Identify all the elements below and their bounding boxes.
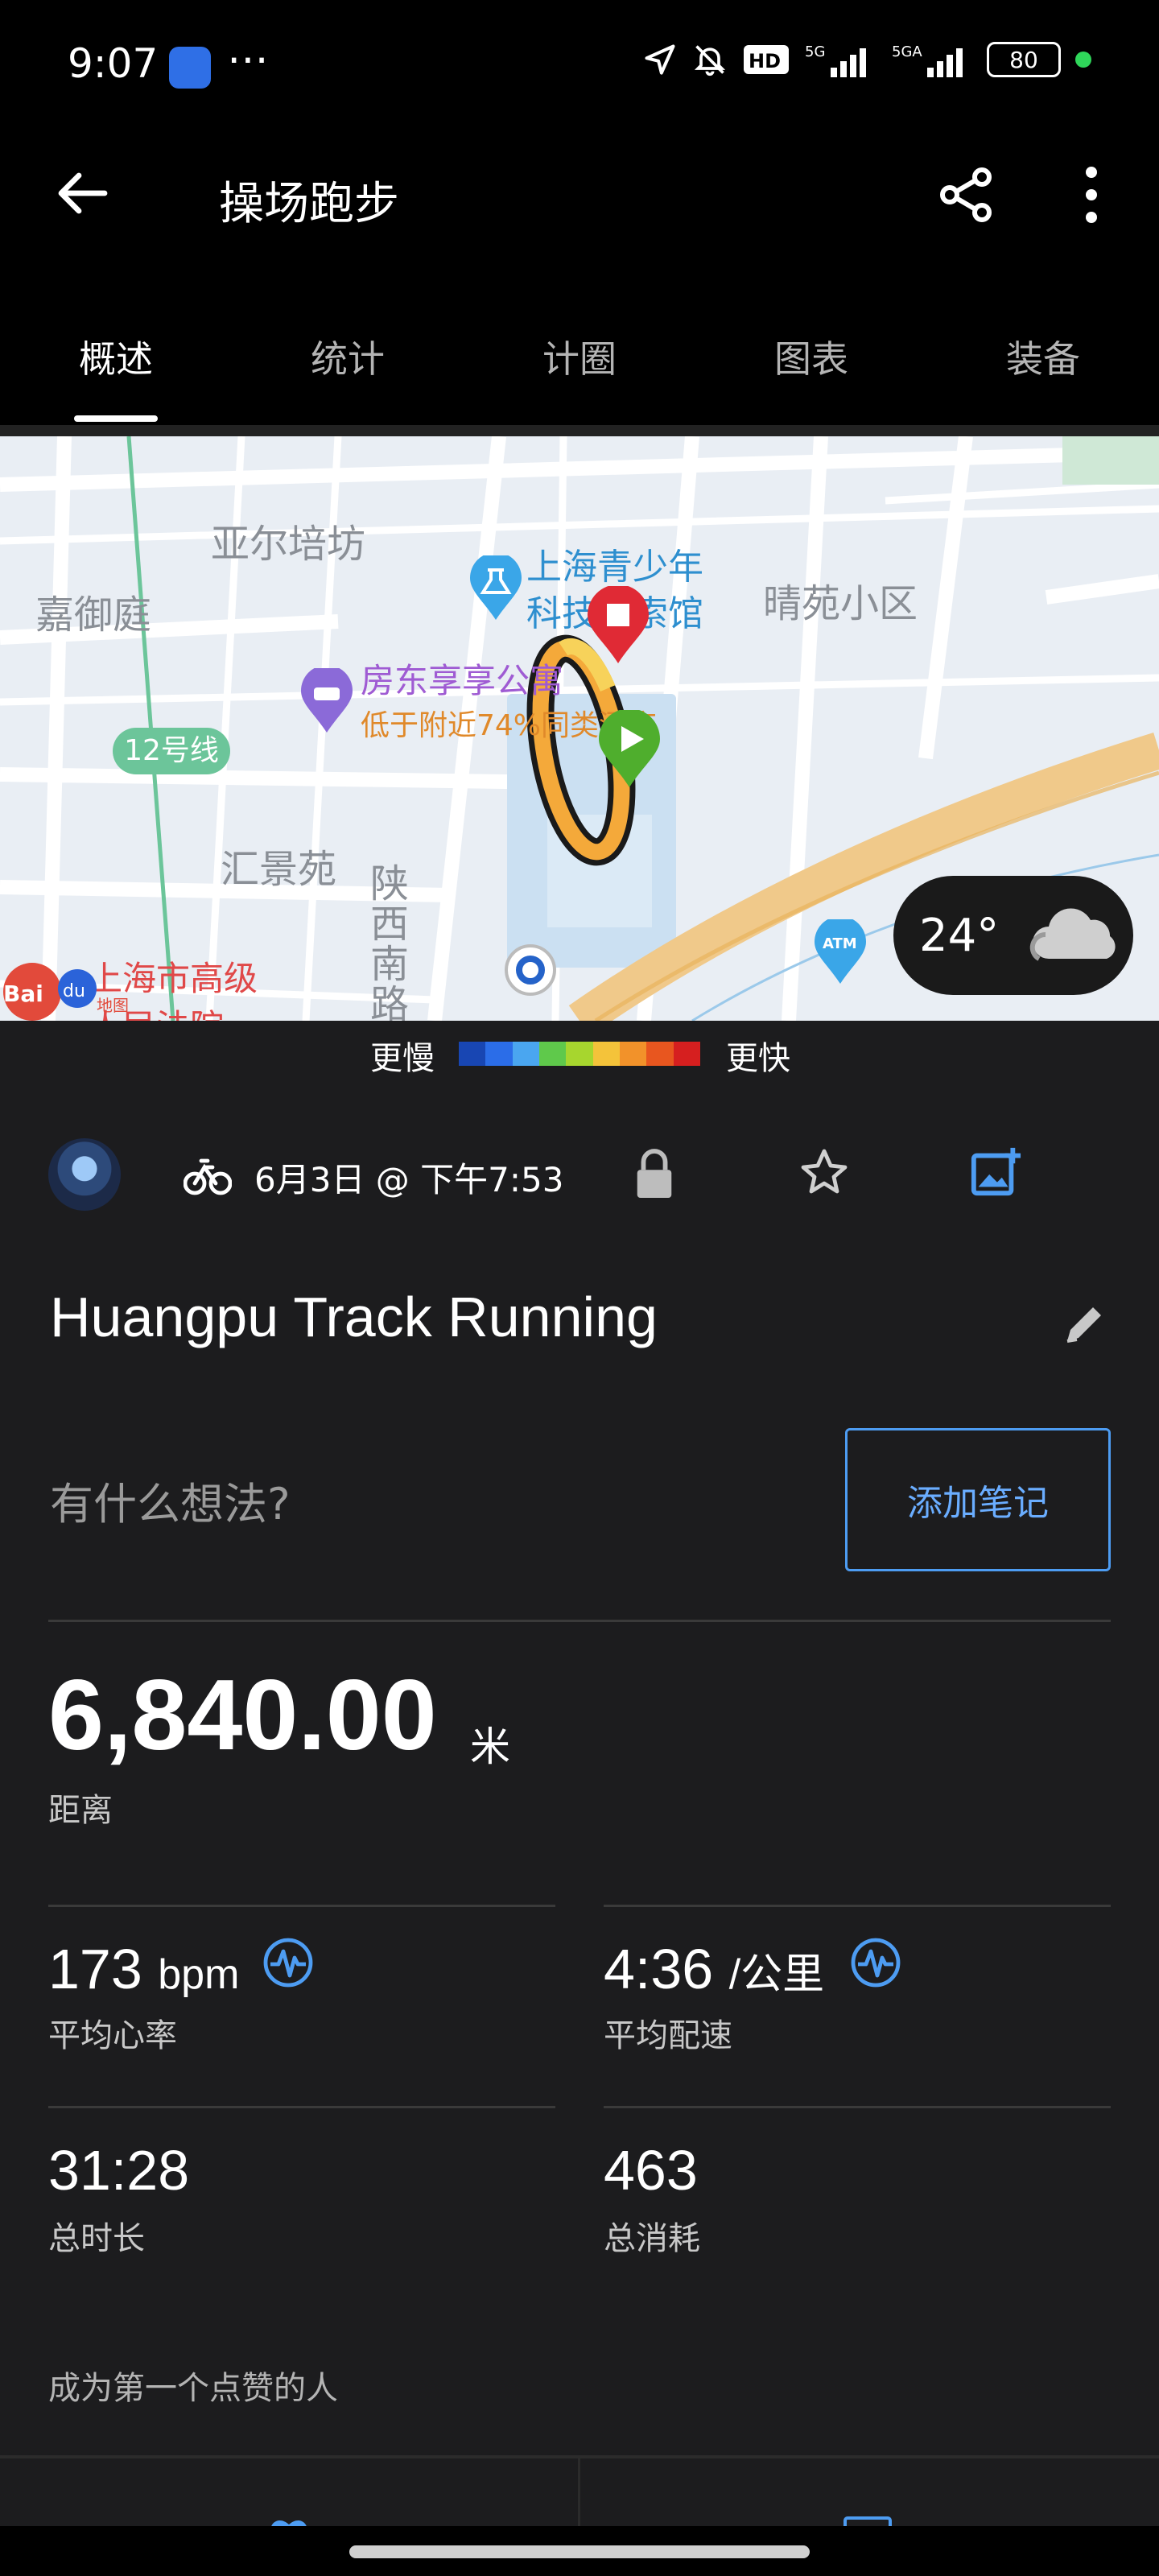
metro-line-badge: 12号线 (113, 728, 230, 774)
hd-icon: HD (744, 45, 789, 74)
divider (48, 1620, 1111, 1622)
bell-off-icon (694, 45, 726, 76)
add-note-button[interactable]: 添加笔记 (845, 1428, 1111, 1571)
heart-rate-zone-icon[interactable] (262, 1937, 314, 1988)
pace-swatch (619, 1042, 647, 1066)
avg-pace-number: 4:36 (604, 1938, 714, 2000)
divider (48, 1905, 555, 1907)
calories-value: 463 (604, 2139, 698, 2202)
share-icon[interactable] (934, 163, 998, 227)
lock-icon[interactable] (631, 1148, 678, 1201)
cloud-icon (1030, 908, 1116, 961)
pace-swatch (538, 1042, 567, 1066)
distance-value: 6,840.00 (48, 1660, 437, 1771)
pace-swatch (512, 1042, 539, 1066)
svg-text:5G: 5G (805, 43, 825, 60)
location-icon (645, 44, 675, 75)
tab-overview[interactable]: 概述 (0, 314, 232, 427)
poi-label: 上海青少年 (526, 547, 703, 588)
svg-text:du: du (63, 981, 85, 1001)
pace-swatch (646, 1042, 674, 1066)
battery-indicator: 80 (987, 42, 1061, 77)
svg-text:Bai: Bai (3, 980, 43, 1007)
avg-pace-label: 平均配速 (604, 2017, 732, 2054)
tab-laps[interactable]: 计圈 (464, 314, 695, 427)
pace-swatch (592, 1042, 620, 1066)
avg-hr-number: 173 (48, 1938, 142, 2000)
add-photo-icon[interactable] (969, 1145, 1022, 1198)
status-indicators: HD 5G 5GA 80 (642, 42, 1091, 77)
running-icon (184, 1158, 232, 1195)
divider (604, 2106, 1111, 2108)
map-label: 亚尔培坊 (211, 522, 366, 567)
baidu-map-logo: Bai du 地图 (3, 963, 129, 1021)
weather-badge: 24° (893, 876, 1133, 995)
map-label: 汇景苑 (221, 847, 337, 892)
tab-bar: 概述 统计 计圈 图表 装备 (0, 314, 1159, 427)
star-icon[interactable] (798, 1146, 850, 1198)
map-label: 嘉御庭 (35, 592, 152, 638)
more-notifications-icon: ⋯ (227, 35, 270, 84)
start-marker-icon (599, 710, 660, 787)
status-bar: 9:07 ⋯ HD 5G 5GA 80 (0, 0, 1159, 129)
tab-charts[interactable]: 图表 (695, 314, 927, 427)
pace-swatch (459, 1042, 486, 1066)
legend-slower-label: 更慢 (370, 1040, 435, 1077)
tab-gear[interactable]: 装备 (927, 314, 1159, 427)
page-title: 操场跑步 (219, 178, 399, 230)
map-label: 路 (370, 982, 410, 1021)
back-arrow-icon[interactable] (50, 161, 114, 225)
legend-faster-label: 更快 (726, 1040, 790, 1077)
app-notification-icon (169, 47, 211, 89)
pace-swatch (485, 1042, 513, 1066)
signal-5g-icon: 5G (805, 43, 866, 77)
distance-unit: 米 (470, 1724, 510, 1770)
more-vertical-icon[interactable] (1059, 163, 1124, 227)
privacy-dot (1075, 52, 1091, 68)
avg-hr-label: 平均心率 (48, 2017, 177, 2054)
duration-value: 31:28 (48, 2139, 190, 2202)
end-marker-icon (588, 586, 649, 663)
museum-pin-icon (470, 555, 522, 620)
bank-pin-icon (505, 944, 556, 996)
like-prompt[interactable]: 成为第一个点赞的人 (48, 2362, 338, 2409)
pace-color-scale (459, 1042, 700, 1066)
map-label: 晴苑小区 (763, 581, 918, 626)
svg-text:5GA: 5GA (892, 43, 922, 60)
duration-label: 总时长 (48, 2220, 145, 2257)
app-bar: 操场跑步 (0, 129, 1159, 258)
edit-pencil-icon[interactable] (1061, 1299, 1109, 1348)
tab-stats[interactable]: 统计 (232, 314, 464, 427)
svg-text:ATM: ATM (823, 935, 857, 952)
svg-text:HD: HD (749, 50, 781, 72)
signal-5ga-icon: 5GA (892, 43, 963, 77)
hotel-pin-icon (301, 668, 353, 733)
poi-label: 房东享享公寓 (361, 661, 564, 700)
pace-zone-icon[interactable] (850, 1937, 901, 1988)
activity-summary: 6月3日 @ 下午7:53 Huangpu Track Running 有什么想… (0, 1087, 1159, 2576)
divider (604, 1905, 1111, 1907)
divider (48, 2106, 555, 2108)
avg-hr-unit: bpm (158, 1951, 240, 1998)
activity-title: Huangpu Track Running (50, 1286, 658, 1348)
pace-legend: 更慢 更快 (0, 1021, 1159, 1087)
status-time: 9:07 (68, 40, 159, 87)
avg-pace-unit: /公里 (728, 1951, 825, 1998)
pace-swatch (566, 1042, 593, 1066)
svg-text:地图: 地图 (97, 996, 129, 1015)
avg-pace-value: 4:36 /公里 (604, 1937, 824, 2001)
weather-temperature: 24° (919, 909, 1000, 962)
avatar[interactable] (48, 1138, 121, 1211)
calories-label: 总消耗 (604, 2220, 700, 2257)
distance-label: 距离 (48, 1792, 113, 1829)
home-indicator[interactable] (349, 2545, 810, 2558)
atm-pin-icon: ATM (815, 919, 866, 984)
tab-divider (0, 425, 1159, 436)
note-prompt[interactable]: 有什么想法? (50, 1468, 291, 1532)
avg-hr-value: 173 bpm (48, 1937, 239, 2001)
activity-date: 6月3日 @ 下午7:53 (254, 1160, 564, 1199)
pace-swatch (673, 1042, 700, 1066)
